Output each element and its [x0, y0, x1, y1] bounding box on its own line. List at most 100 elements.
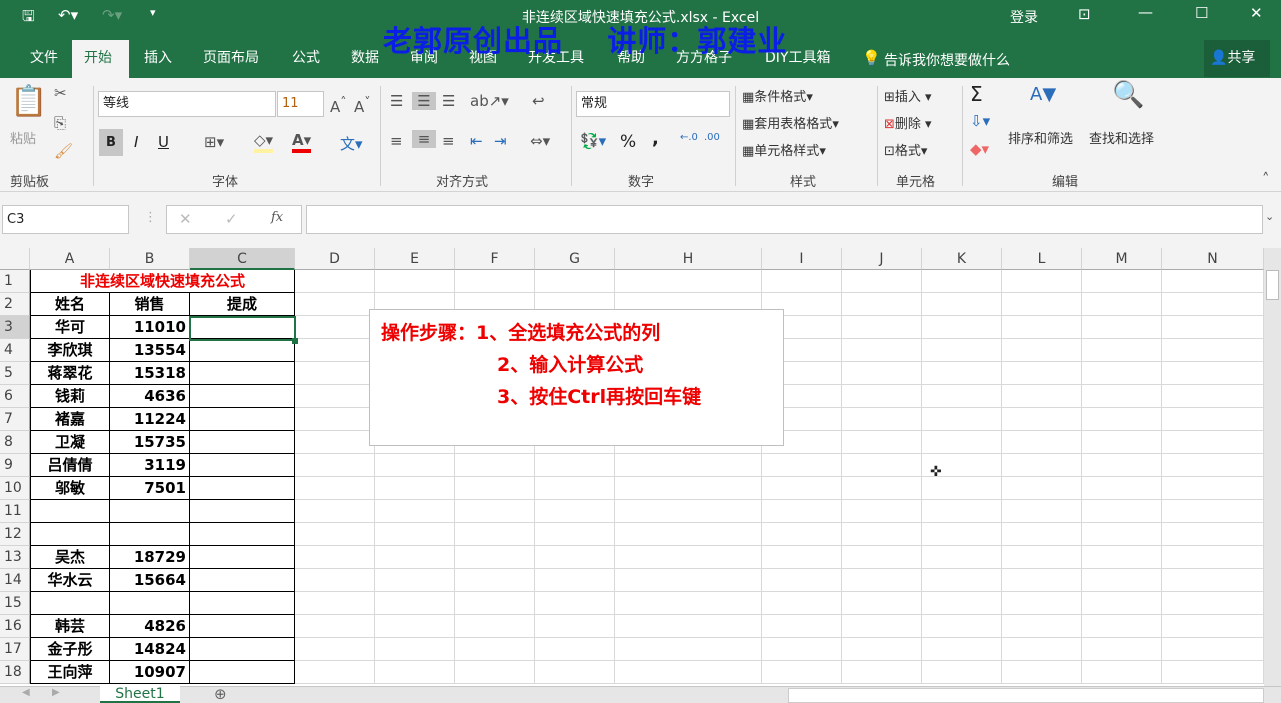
align-right-icon[interactable]: ≡ [442, 132, 455, 150]
cell[interactable] [1082, 431, 1162, 454]
cell[interactable] [295, 523, 375, 546]
cell[interactable] [615, 569, 762, 592]
cell[interactable] [295, 362, 375, 385]
cell[interactable] [1162, 638, 1264, 661]
decrease-font-icon[interactable]: A˅ [354, 94, 371, 116]
collapse-ribbon-icon[interactable]: ˄ [1262, 170, 1270, 188]
cell[interactable] [190, 500, 295, 523]
cell[interactable] [535, 592, 615, 615]
cell[interactable]: 10907 [110, 661, 190, 684]
cell[interactable] [1002, 661, 1082, 684]
cell[interactable] [455, 270, 535, 293]
cell[interactable]: 13554 [110, 339, 190, 362]
cell[interactable] [1082, 270, 1162, 293]
cell[interactable] [455, 615, 535, 638]
cell[interactable] [375, 546, 455, 569]
cell[interactable] [190, 661, 295, 684]
cell[interactable] [1002, 339, 1082, 362]
number-format-select[interactable]: 常规 [576, 91, 730, 117]
cell[interactable] [295, 592, 375, 615]
cell[interactable] [375, 569, 455, 592]
conditional-formatting-button[interactable]: ▦条件格式▾ [742, 86, 813, 105]
row-header[interactable]: 13 [0, 546, 30, 569]
sort-filter-button[interactable]: 排序和筛选 [1008, 128, 1073, 147]
cell[interactable] [1082, 500, 1162, 523]
cell[interactable] [922, 500, 1002, 523]
name-box[interactable]: C3 [2, 205, 129, 234]
merge-center-icon[interactable]: ⇔▾ [530, 132, 550, 150]
formula-input[interactable] [306, 205, 1263, 234]
tab-0[interactable]: 文件 [18, 40, 70, 78]
cell[interactable] [1082, 385, 1162, 408]
cell[interactable] [615, 546, 762, 569]
cell[interactable] [1082, 592, 1162, 615]
cell[interactable] [1162, 431, 1264, 454]
cell[interactable]: 非连续区域快速填充公式 [30, 270, 295, 293]
cell[interactable] [842, 339, 922, 362]
tell-me-search[interactable]: 告诉我你想要做什么 [884, 50, 1010, 70]
cell[interactable] [1002, 592, 1082, 615]
cell[interactable] [30, 523, 110, 546]
cell[interactable] [1082, 638, 1162, 661]
cell[interactable] [762, 270, 842, 293]
cell[interactable] [1082, 615, 1162, 638]
cell[interactable] [615, 615, 762, 638]
cell[interactable] [762, 615, 842, 638]
vertical-scrollbar[interactable] [1264, 248, 1281, 686]
column-header-A[interactable]: A [30, 248, 110, 270]
row-header[interactable]: 4 [0, 339, 30, 362]
cell[interactable]: 14824 [110, 638, 190, 661]
row-header[interactable]: 7 [0, 408, 30, 431]
column-header-C[interactable]: C [190, 248, 295, 270]
cell[interactable] [842, 546, 922, 569]
cell[interactable] [922, 293, 1002, 316]
column-header-H[interactable]: H [615, 248, 762, 270]
cell[interactable] [1162, 408, 1264, 431]
cell[interactable] [842, 661, 922, 684]
cell[interactable] [615, 500, 762, 523]
cell[interactable] [842, 316, 922, 339]
cell[interactable] [535, 638, 615, 661]
cell[interactable] [455, 546, 535, 569]
cell[interactable] [295, 638, 375, 661]
cell[interactable] [295, 316, 375, 339]
cell[interactable]: 姓名 [30, 293, 110, 316]
sheet-tab-sheet1[interactable]: Sheet1 [100, 686, 180, 703]
cell[interactable] [1162, 523, 1264, 546]
cell[interactable] [535, 569, 615, 592]
row-header[interactable]: 1 [0, 270, 30, 293]
align-middle-icon[interactable]: ☰ [412, 92, 436, 110]
cell[interactable] [190, 431, 295, 454]
selected-cell-c3[interactable] [189, 316, 296, 341]
align-center-icon[interactable]: ≡ [412, 130, 436, 148]
cell[interactable] [455, 454, 535, 477]
cell[interactable]: 吕倩倩 [30, 454, 110, 477]
delete-cells-button[interactable]: ⊠删除 ▾ [884, 113, 932, 132]
cell-styles-button[interactable]: ▦单元格样式▾ [742, 140, 826, 159]
expand-formula-icon[interactable]: ⌄ [1265, 210, 1274, 223]
cell[interactable] [922, 569, 1002, 592]
cell[interactable] [375, 661, 455, 684]
cell[interactable] [922, 592, 1002, 615]
cell[interactable] [295, 293, 375, 316]
cell[interactable] [922, 638, 1002, 661]
cell[interactable]: 华水云 [30, 569, 110, 592]
cell[interactable] [190, 339, 295, 362]
cell[interactable] [1002, 270, 1082, 293]
cell[interactable]: 钱莉 [30, 385, 110, 408]
cell[interactable] [190, 615, 295, 638]
comma-button[interactable]: , [652, 128, 659, 149]
cell[interactable] [190, 546, 295, 569]
format-cells-button[interactable]: ⊡格式▾ [884, 140, 927, 159]
cell[interactable]: 王向萍 [30, 661, 110, 684]
horizontal-scrollbar[interactable] [788, 688, 1264, 703]
format-painter-icon[interactable]: 🖌 [54, 142, 73, 160]
decrease-decimal-icon[interactable]: .00 [704, 132, 720, 143]
cell[interactable] [455, 523, 535, 546]
cell[interactable] [922, 270, 1002, 293]
row-header[interactable]: 9 [0, 454, 30, 477]
cell[interactable]: 7501 [110, 477, 190, 500]
cell[interactable] [535, 546, 615, 569]
ribbon-display-icon[interactable]: ⊡ [1078, 5, 1091, 23]
cell[interactable] [375, 615, 455, 638]
